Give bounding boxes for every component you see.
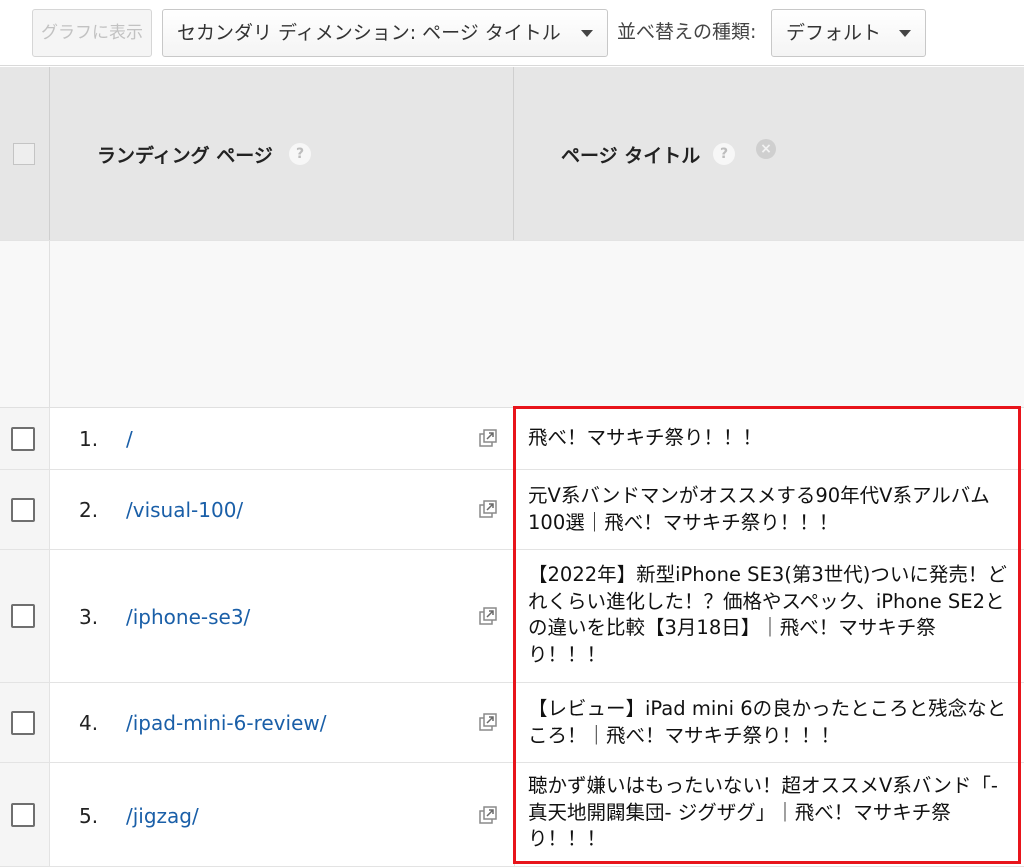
landing-page-link[interactable]: / — [126, 427, 133, 451]
column-header-page-title[interactable]: ページ タイトル ? × — [515, 67, 1024, 240]
help-icon[interactable]: ? — [289, 143, 311, 165]
chevron-down-icon — [581, 30, 593, 37]
row-rank: 5. — [79, 804, 99, 828]
select-all-checkbox[interactable] — [13, 143, 35, 165]
chevron-down-icon — [899, 30, 911, 37]
show-in-graph-button[interactable]: グラフに表示 — [32, 9, 152, 57]
row-rank: 2. — [79, 498, 99, 522]
highlight-box — [513, 406, 1021, 864]
row-checkbox[interactable] — [11, 498, 35, 522]
landing-page-header-label: ランディング ページ — [97, 145, 273, 167]
row-check-cell — [0, 683, 50, 762]
table-header: ランディング ページ ? ページ タイトル ? × — [0, 67, 1024, 240]
row-check-cell — [0, 763, 50, 866]
row-checkbox[interactable] — [11, 427, 35, 451]
sort-type-label: 並べ替えの種類: — [617, 21, 757, 43]
row-check-cell — [0, 550, 50, 682]
row-check-cell — [0, 408, 50, 469]
help-icon[interactable]: ? — [713, 143, 735, 165]
sort-type-value: デフォルト — [786, 22, 882, 44]
row-checkbox[interactable] — [11, 803, 35, 827]
landing-page-link[interactable]: /ipad-mini-6-review/ — [126, 711, 326, 735]
report-toolbar: グラフに表示 セカンダリ ディメンション: ページ タイトル 並べ替えの種類: … — [0, 0, 1024, 66]
landing-page-link[interactable]: /jigzag/ — [126, 804, 199, 828]
secondary-dimension-label: セカンダリ ディメンション: ページ タイトル — [177, 22, 561, 44]
open-in-new-window-icon[interactable] — [478, 499, 498, 519]
summary-check-cell — [0, 241, 50, 408]
open-in-new-window-icon[interactable] — [478, 606, 498, 626]
row-checkbox[interactable] — [11, 604, 35, 628]
column-header-landing-page[interactable]: ランディング ページ ? — [51, 67, 514, 240]
sort-type-dropdown[interactable]: デフォルト — [771, 9, 926, 57]
row-check-cell — [0, 470, 50, 549]
open-in-new-window-icon[interactable] — [478, 712, 498, 732]
header-checkbox-cell — [0, 67, 50, 240]
remove-dimension-icon[interactable]: × — [756, 139, 776, 159]
open-in-new-window-icon[interactable] — [478, 428, 498, 448]
open-in-new-window-icon[interactable] — [478, 805, 498, 825]
secondary-dimension-dropdown[interactable]: セカンダリ ディメンション: ページ タイトル — [162, 9, 608, 57]
row-rank: 3. — [79, 605, 99, 629]
landing-page-link[interactable]: /visual-100/ — [126, 498, 243, 522]
row-rank: 4. — [79, 711, 99, 735]
landing-page-link[interactable]: /iphone-se3/ — [126, 605, 250, 629]
page-title-header-label: ページ タイトル — [561, 145, 701, 167]
row-rank: 1. — [79, 427, 99, 451]
row-checkbox[interactable] — [11, 711, 35, 735]
summary-row — [0, 240, 1024, 408]
